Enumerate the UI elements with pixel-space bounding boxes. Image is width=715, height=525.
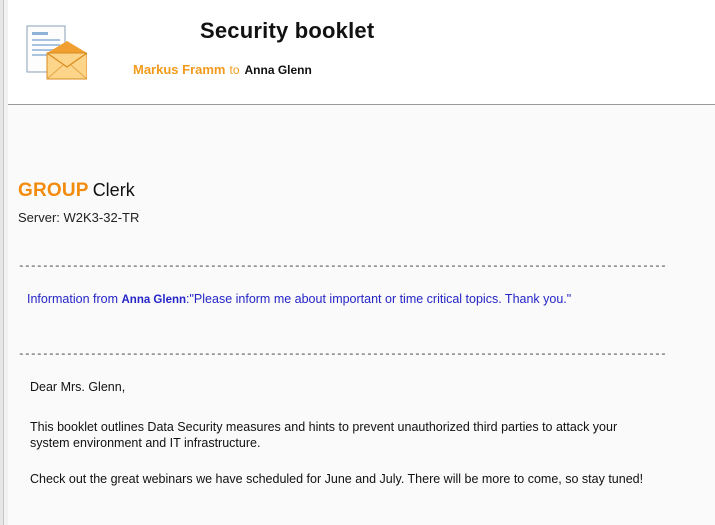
info-message: :"Please inform me about important or ti… [186, 292, 572, 306]
recipient-info-note: Information from Anna Glenn:"Please info… [27, 291, 647, 308]
separator-bottom: ----------------------------------------… [18, 350, 668, 361]
greeting: Dear Mrs. Glenn, [30, 380, 126, 394]
body-paragraph-1: This booklet outlines Data Security meas… [30, 420, 618, 450]
info-prefix: Information from [27, 292, 122, 306]
separator-top: ----------------------------------------… [18, 262, 668, 273]
info-name: Anna Glenn [121, 294, 187, 306]
recipient-name[interactable]: Anna Glenn [245, 63, 312, 77]
to-label: to [229, 63, 240, 77]
sender-name[interactable]: Markus Framm [133, 62, 225, 77]
message-header [8, 0, 715, 104]
header-divider [8, 104, 715, 105]
body-paragraph-2: Check out the great webinars we have sch… [30, 472, 644, 486]
window-left-edge [0, 0, 8, 525]
email-document-icon [26, 25, 87, 80]
email-subject: Security booklet [200, 18, 375, 43]
brand-logo-text: GROUP Clerk [18, 180, 135, 202]
server-label: Server: W2K3-32-TR [18, 210, 140, 225]
sender-recipient-line: Markus Framm to Anna Glenn [133, 62, 312, 77]
brand-group: GROUP [18, 180, 89, 201]
brand-clerk: Clerk [92, 180, 135, 200]
